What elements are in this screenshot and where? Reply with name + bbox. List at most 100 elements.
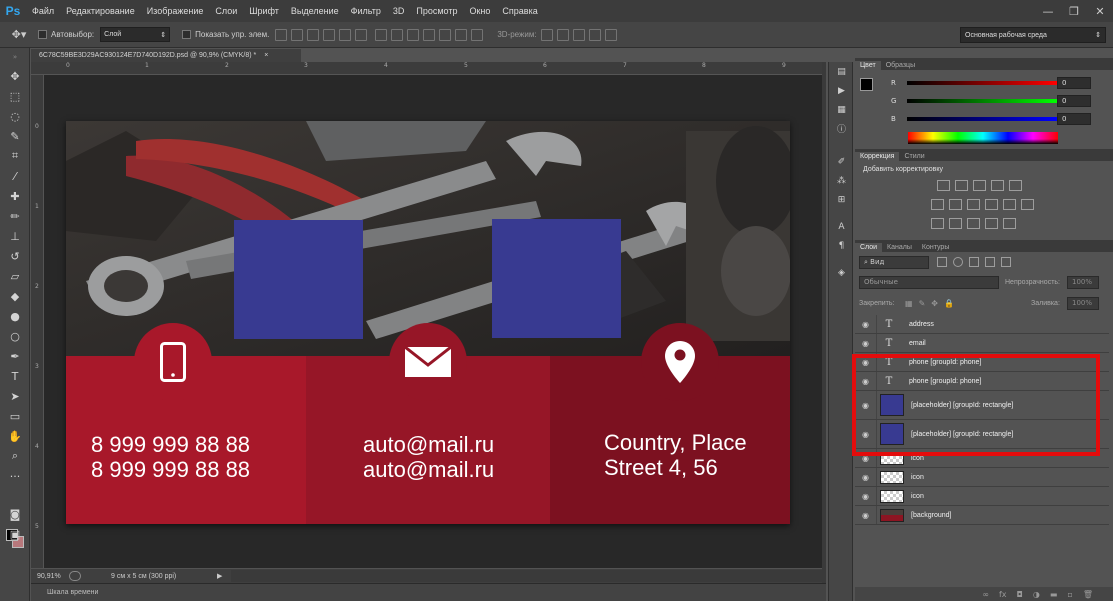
- filter-shape-icon[interactable]: [985, 257, 995, 267]
- opacity-field[interactable]: 100%: [1067, 276, 1099, 289]
- 3d-roll-icon[interactable]: [556, 28, 569, 41]
- quick-mask-icon[interactable]: ◙: [0, 504, 30, 524]
- layer-style-icon[interactable]: fx: [999, 590, 1007, 599]
- doc-info-icon[interactable]: [69, 571, 81, 581]
- 3d-slide-icon[interactable]: [588, 28, 601, 41]
- lock-all-icon[interactable]: 🔒: [944, 299, 954, 308]
- green-value-field[interactable]: 0: [1057, 95, 1091, 107]
- photo-filter-icon[interactable]: [985, 199, 998, 210]
- horizontal-scrollbar[interactable]: [231, 570, 822, 582]
- gradient-map-icon[interactable]: [985, 218, 998, 229]
- channel-mixer-icon[interactable]: [1003, 199, 1016, 210]
- properties-panel-icon[interactable]: ▦: [829, 100, 854, 119]
- brightness-icon[interactable]: [937, 180, 950, 191]
- image-placeholder-1[interactable]: [234, 220, 363, 339]
- brush-panel-icon[interactable]: ✐: [829, 152, 854, 171]
- paint-bucket-tool-icon[interactable]: ◆: [0, 286, 30, 306]
- distribute-left-icon[interactable]: [423, 28, 436, 41]
- clone-stamp-tool-icon[interactable]: ⊥: [0, 226, 30, 246]
- hand-tool-icon[interactable]: ✋: [0, 426, 30, 446]
- visibility-eye-icon[interactable]: ◉: [855, 334, 877, 352]
- healing-brush-tool-icon[interactable]: ✚: [0, 186, 30, 206]
- type-tool-icon[interactable]: T: [0, 366, 30, 386]
- menu-view[interactable]: Просмотр: [410, 0, 463, 22]
- history-panel-icon[interactable]: ▤: [829, 62, 854, 81]
- auto-align-icon[interactable]: [471, 28, 484, 41]
- filter-adjustment-icon[interactable]: [953, 257, 963, 267]
- tab-channels[interactable]: Каналы: [882, 243, 917, 252]
- visibility-eye-icon[interactable]: ◉: [855, 315, 877, 333]
- lasso-tool-icon[interactable]: ◌: [0, 106, 30, 126]
- menu-edit[interactable]: Редактирование: [60, 0, 141, 22]
- distribute-hcenter-icon[interactable]: [439, 28, 452, 41]
- align-hcenter-icon[interactable]: [339, 28, 352, 41]
- black-white-icon[interactable]: [967, 199, 980, 210]
- red-slider[interactable]: R 0: [859, 77, 1109, 89]
- lock-transparent-icon[interactable]: ▦: [905, 299, 913, 308]
- exposure-icon[interactable]: [991, 180, 1004, 191]
- align-vcenter-icon[interactable]: [291, 28, 304, 41]
- menu-layers[interactable]: Слои: [209, 0, 243, 22]
- extra-tools-icon[interactable]: ···: [0, 466, 30, 486]
- dodge-tool-icon[interactable]: ○: [0, 326, 30, 346]
- distribute-vcenter-icon[interactable]: [391, 28, 404, 41]
- menu-filter[interactable]: Фильтр: [345, 0, 387, 22]
- menu-select[interactable]: Выделение: [285, 0, 345, 22]
- crop-tool-icon[interactable]: ⌗: [0, 146, 30, 166]
- business-card[interactable]: 8 999 999 88 88 8 999 999 88 88 auto@mai…: [66, 121, 790, 524]
- marquee-tool-icon[interactable]: ⬚: [0, 86, 30, 106]
- color-spectrum-bar[interactable]: [908, 132, 1058, 144]
- eraser-tool-icon[interactable]: ▱: [0, 266, 30, 286]
- layer-row[interactable]: ◉ [background]: [855, 506, 1109, 525]
- tab-adjustments[interactable]: Коррекция: [855, 152, 900, 161]
- brush-presets-icon[interactable]: ⁂: [829, 171, 854, 190]
- align-top-icon[interactable]: [275, 28, 288, 41]
- distribute-bottom-icon[interactable]: [407, 28, 420, 41]
- distribute-top-icon[interactable]: [375, 28, 388, 41]
- brush-tool-icon[interactable]: ✏: [0, 206, 30, 226]
- workspace-dropdown[interactable]: Основная рабочая среда ⇕: [960, 27, 1106, 43]
- layer-row[interactable]: ◉ T email: [855, 334, 1109, 353]
- fill-field[interactable]: 100%: [1067, 297, 1099, 310]
- toolbar-grip[interactable]: »: [0, 48, 30, 66]
- paragraph-panel-icon[interactable]: ¶: [829, 236, 854, 255]
- menu-window[interactable]: Окно: [463, 0, 496, 22]
- tab-swatches[interactable]: Образцы: [881, 61, 920, 70]
- layer-row[interactable]: ◉ T address: [855, 315, 1109, 334]
- red-value-field[interactable]: 0: [1057, 77, 1091, 89]
- curves-icon[interactable]: [973, 180, 986, 191]
- layer-row[interactable]: ◉ icon: [855, 487, 1109, 506]
- close-tab-icon[interactable]: ×: [264, 52, 268, 59]
- link-layers-icon[interactable]: ∞: [982, 590, 989, 599]
- move-tool-preset-icon[interactable]: ✥▾: [0, 22, 38, 48]
- menu-3d[interactable]: 3D: [387, 0, 411, 22]
- filter-type-icon[interactable]: [969, 257, 979, 267]
- tab-layers[interactable]: Слои: [855, 243, 883, 252]
- vibrance-icon[interactable]: [1009, 180, 1022, 191]
- menu-help[interactable]: Справка: [496, 0, 543, 22]
- align-left-icon[interactable]: [323, 28, 336, 41]
- new-group-icon[interactable]: ▬: [1050, 590, 1058, 599]
- color-balance-icon[interactable]: [949, 199, 962, 210]
- levels-icon[interactable]: [955, 180, 968, 191]
- autoselect-checkbox[interactable]: [38, 30, 47, 39]
- tab-color[interactable]: Цвет: [855, 61, 881, 70]
- move-tool-icon[interactable]: ✥: [0, 66, 30, 86]
- timeline-panel[interactable]: Шкала времени: [31, 583, 826, 601]
- color-lookup-icon[interactable]: [1021, 199, 1034, 210]
- vertical-scrollbar[interactable]: [822, 62, 826, 583]
- close-button[interactable]: ✕: [1087, 0, 1113, 22]
- 3d-drag-icon[interactable]: [572, 28, 585, 41]
- add-mask-icon[interactable]: ◘: [1017, 590, 1023, 599]
- blue-slider[interactable]: B 0: [859, 113, 1109, 125]
- eyedropper-tool-icon[interactable]: ⁄: [0, 166, 30, 186]
- 3d-panel-icon[interactable]: ◈: [829, 263, 854, 282]
- layer-row[interactable]: ◉ icon: [855, 468, 1109, 487]
- 3d-scale-icon[interactable]: [604, 28, 617, 41]
- pen-tool-icon[interactable]: ✒: [0, 346, 30, 366]
- distribute-right-icon[interactable]: [455, 28, 468, 41]
- lock-pixels-icon[interactable]: ✎: [919, 299, 926, 308]
- align-bottom-icon[interactable]: [307, 28, 320, 41]
- quick-select-tool-icon[interactable]: ✎: [0, 126, 30, 146]
- filter-smart-object-icon[interactable]: [1001, 257, 1011, 267]
